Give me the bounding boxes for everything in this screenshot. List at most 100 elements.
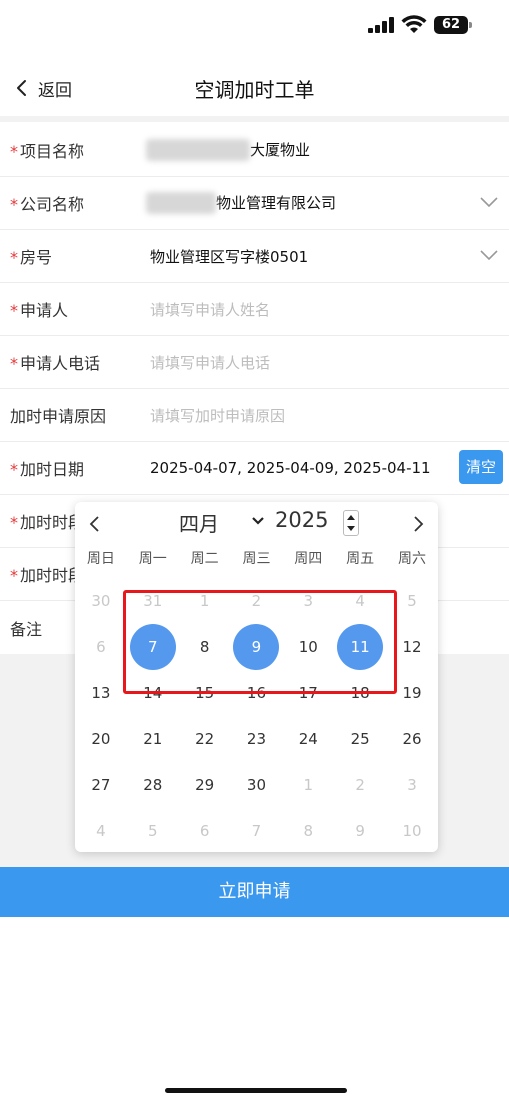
overtime-reason-input[interactable]: 请填写加时申请原因	[150, 405, 285, 426]
calendar-day[interactable]: 3	[386, 762, 438, 808]
clear-button[interactable]: 清空	[459, 450, 503, 484]
overtime-reason-label: 加时申请原因	[10, 407, 107, 426]
day-number: 20	[91, 730, 111, 748]
redacted-text	[146, 139, 250, 162]
chevron-down-icon[interactable]	[479, 195, 499, 209]
project-name-label: * 项目名称	[10, 138, 84, 162]
required-mark: *	[10, 566, 18, 585]
day-number: 13	[91, 684, 111, 702]
value-text: 物业管理有限公司	[216, 193, 337, 212]
submit-button[interactable]: 立即申请	[0, 867, 509, 917]
room-number-row[interactable]: * 房号 物业管理区写字楼0501	[0, 230, 509, 283]
day-number: 1	[303, 776, 314, 794]
weekday-label: 周五	[346, 551, 375, 567]
calendar-day[interactable]: 24	[282, 716, 334, 762]
day-number: 28	[143, 776, 163, 794]
day-number: 10	[402, 822, 422, 840]
weekday-label: 周日	[86, 551, 115, 567]
home-indicator	[165, 1088, 347, 1093]
label-text: 房号	[20, 248, 53, 267]
year-input[interactable]: 2025	[275, 508, 328, 532]
applicant-phone-row: * 申请人电话 请填写申请人电话	[0, 336, 509, 389]
remarks-label: 备注	[10, 619, 43, 639]
weekday-label: 周四	[294, 551, 323, 567]
overtime-date-input[interactable]: 2025-04-07, 2025-04-09, 2025-04-11	[150, 459, 431, 477]
calendar-day[interactable]: 26	[386, 716, 438, 762]
label-text: 申请人	[20, 301, 69, 320]
day-number: 30	[91, 592, 111, 610]
day-number: 12	[402, 638, 422, 656]
month-select[interactable]: 四月	[179, 508, 219, 537]
company-name-row[interactable]: * 公司名称 物业管理有限公司	[0, 177, 509, 230]
required-mark: *	[10, 195, 18, 214]
required-mark: *	[10, 142, 18, 161]
day-number: 7	[251, 822, 262, 840]
calendar-day[interactable]: 1	[282, 762, 334, 808]
applicant-phone-input[interactable]: 请填写申请人电话	[150, 352, 270, 373]
calendar-day[interactable]: 7	[231, 808, 283, 854]
calendar-day[interactable]: 6	[75, 624, 127, 670]
calendar-day[interactable]: 9	[334, 808, 386, 854]
value-text: 大厦物业	[250, 140, 311, 159]
status-bar: 62	[0, 0, 509, 52]
signal-icon	[368, 17, 396, 33]
company-name-label: * 公司名称	[10, 191, 84, 215]
calendar-day[interactable]: 2	[334, 762, 386, 808]
calendar-week: 27 28 29 30 1 2 3	[75, 762, 438, 808]
calendar-day[interactable]: 22	[179, 716, 231, 762]
day-number: 24	[298, 730, 318, 748]
calendar-day[interactable]: 29	[179, 762, 231, 808]
calendar-day[interactable]: 13	[75, 670, 127, 716]
calendar-day[interactable]: 4	[75, 808, 127, 854]
overtime-end-label: * 加时时段	[10, 562, 84, 586]
calendar-day[interactable]: 23	[231, 716, 283, 762]
weekday-label: 周二	[190, 551, 219, 567]
room-number-value: 物业管理区写字楼0501	[150, 247, 309, 266]
calendar-day[interactable]: 6	[179, 808, 231, 854]
highlight-annotation	[123, 590, 397, 694]
day-number: 29	[195, 776, 215, 794]
calendar-day[interactable]: 21	[127, 716, 179, 762]
day-number: 19	[402, 684, 422, 702]
weekday-label: 周三	[242, 551, 271, 567]
applicant-input[interactable]: 请填写申请人姓名	[150, 299, 270, 320]
overtime-reason-row: 加时申请原因 请填写加时申请原因	[0, 389, 509, 442]
calendar-day[interactable]: 27	[75, 762, 127, 808]
calendar-week: 20 21 22 23 24 25 26	[75, 716, 438, 762]
applicant-label: * 申请人	[10, 297, 68, 321]
year-stepper[interactable]	[343, 510, 359, 536]
calendar-day[interactable]: 5	[127, 808, 179, 854]
label-text: 申请人电话	[20, 354, 101, 373]
day-number: 25	[350, 730, 370, 748]
day-number: 26	[402, 730, 422, 748]
required-mark: *	[10, 248, 18, 267]
label-text: 公司名称	[20, 195, 85, 214]
wifi-icon	[401, 15, 427, 33]
required-mark: *	[10, 513, 18, 532]
calendar-day[interactable]: 20	[75, 716, 127, 762]
weekday-label: 周六	[397, 551, 426, 567]
calendar-day[interactable]: 8	[282, 808, 334, 854]
next-month-icon[interactable]	[410, 514, 426, 534]
calendar-day[interactable]: 28	[127, 762, 179, 808]
room-number-label: * 房号	[10, 244, 52, 268]
day-number: 8	[303, 822, 314, 840]
stepper-arrows-icon	[347, 515, 355, 531]
company-name-value: 物业管理有限公司	[146, 192, 336, 215]
day-number: 4	[96, 822, 106, 840]
label-text: 项目名称	[20, 142, 85, 161]
day-number: 5	[407, 592, 417, 610]
calendar-day[interactable]: 10	[386, 808, 438, 854]
day-number: 23	[246, 730, 266, 748]
calendar-week: 4 5 6 7 8 9 10	[75, 808, 438, 854]
page-title: 空调加时工单	[194, 78, 315, 102]
chevron-down-icon[interactable]	[479, 248, 499, 262]
day-number: 6	[199, 822, 210, 840]
applicant-row: * 申请人 请填写申请人姓名	[0, 283, 509, 336]
calendar-day[interactable]: 30	[231, 762, 283, 808]
prev-month-icon[interactable]	[87, 514, 103, 534]
divider	[0, 116, 509, 122]
calendar-day[interactable]: 30	[75, 578, 127, 624]
calendar-day[interactable]: 25	[334, 716, 386, 762]
chevron-down-icon[interactable]	[251, 516, 265, 526]
